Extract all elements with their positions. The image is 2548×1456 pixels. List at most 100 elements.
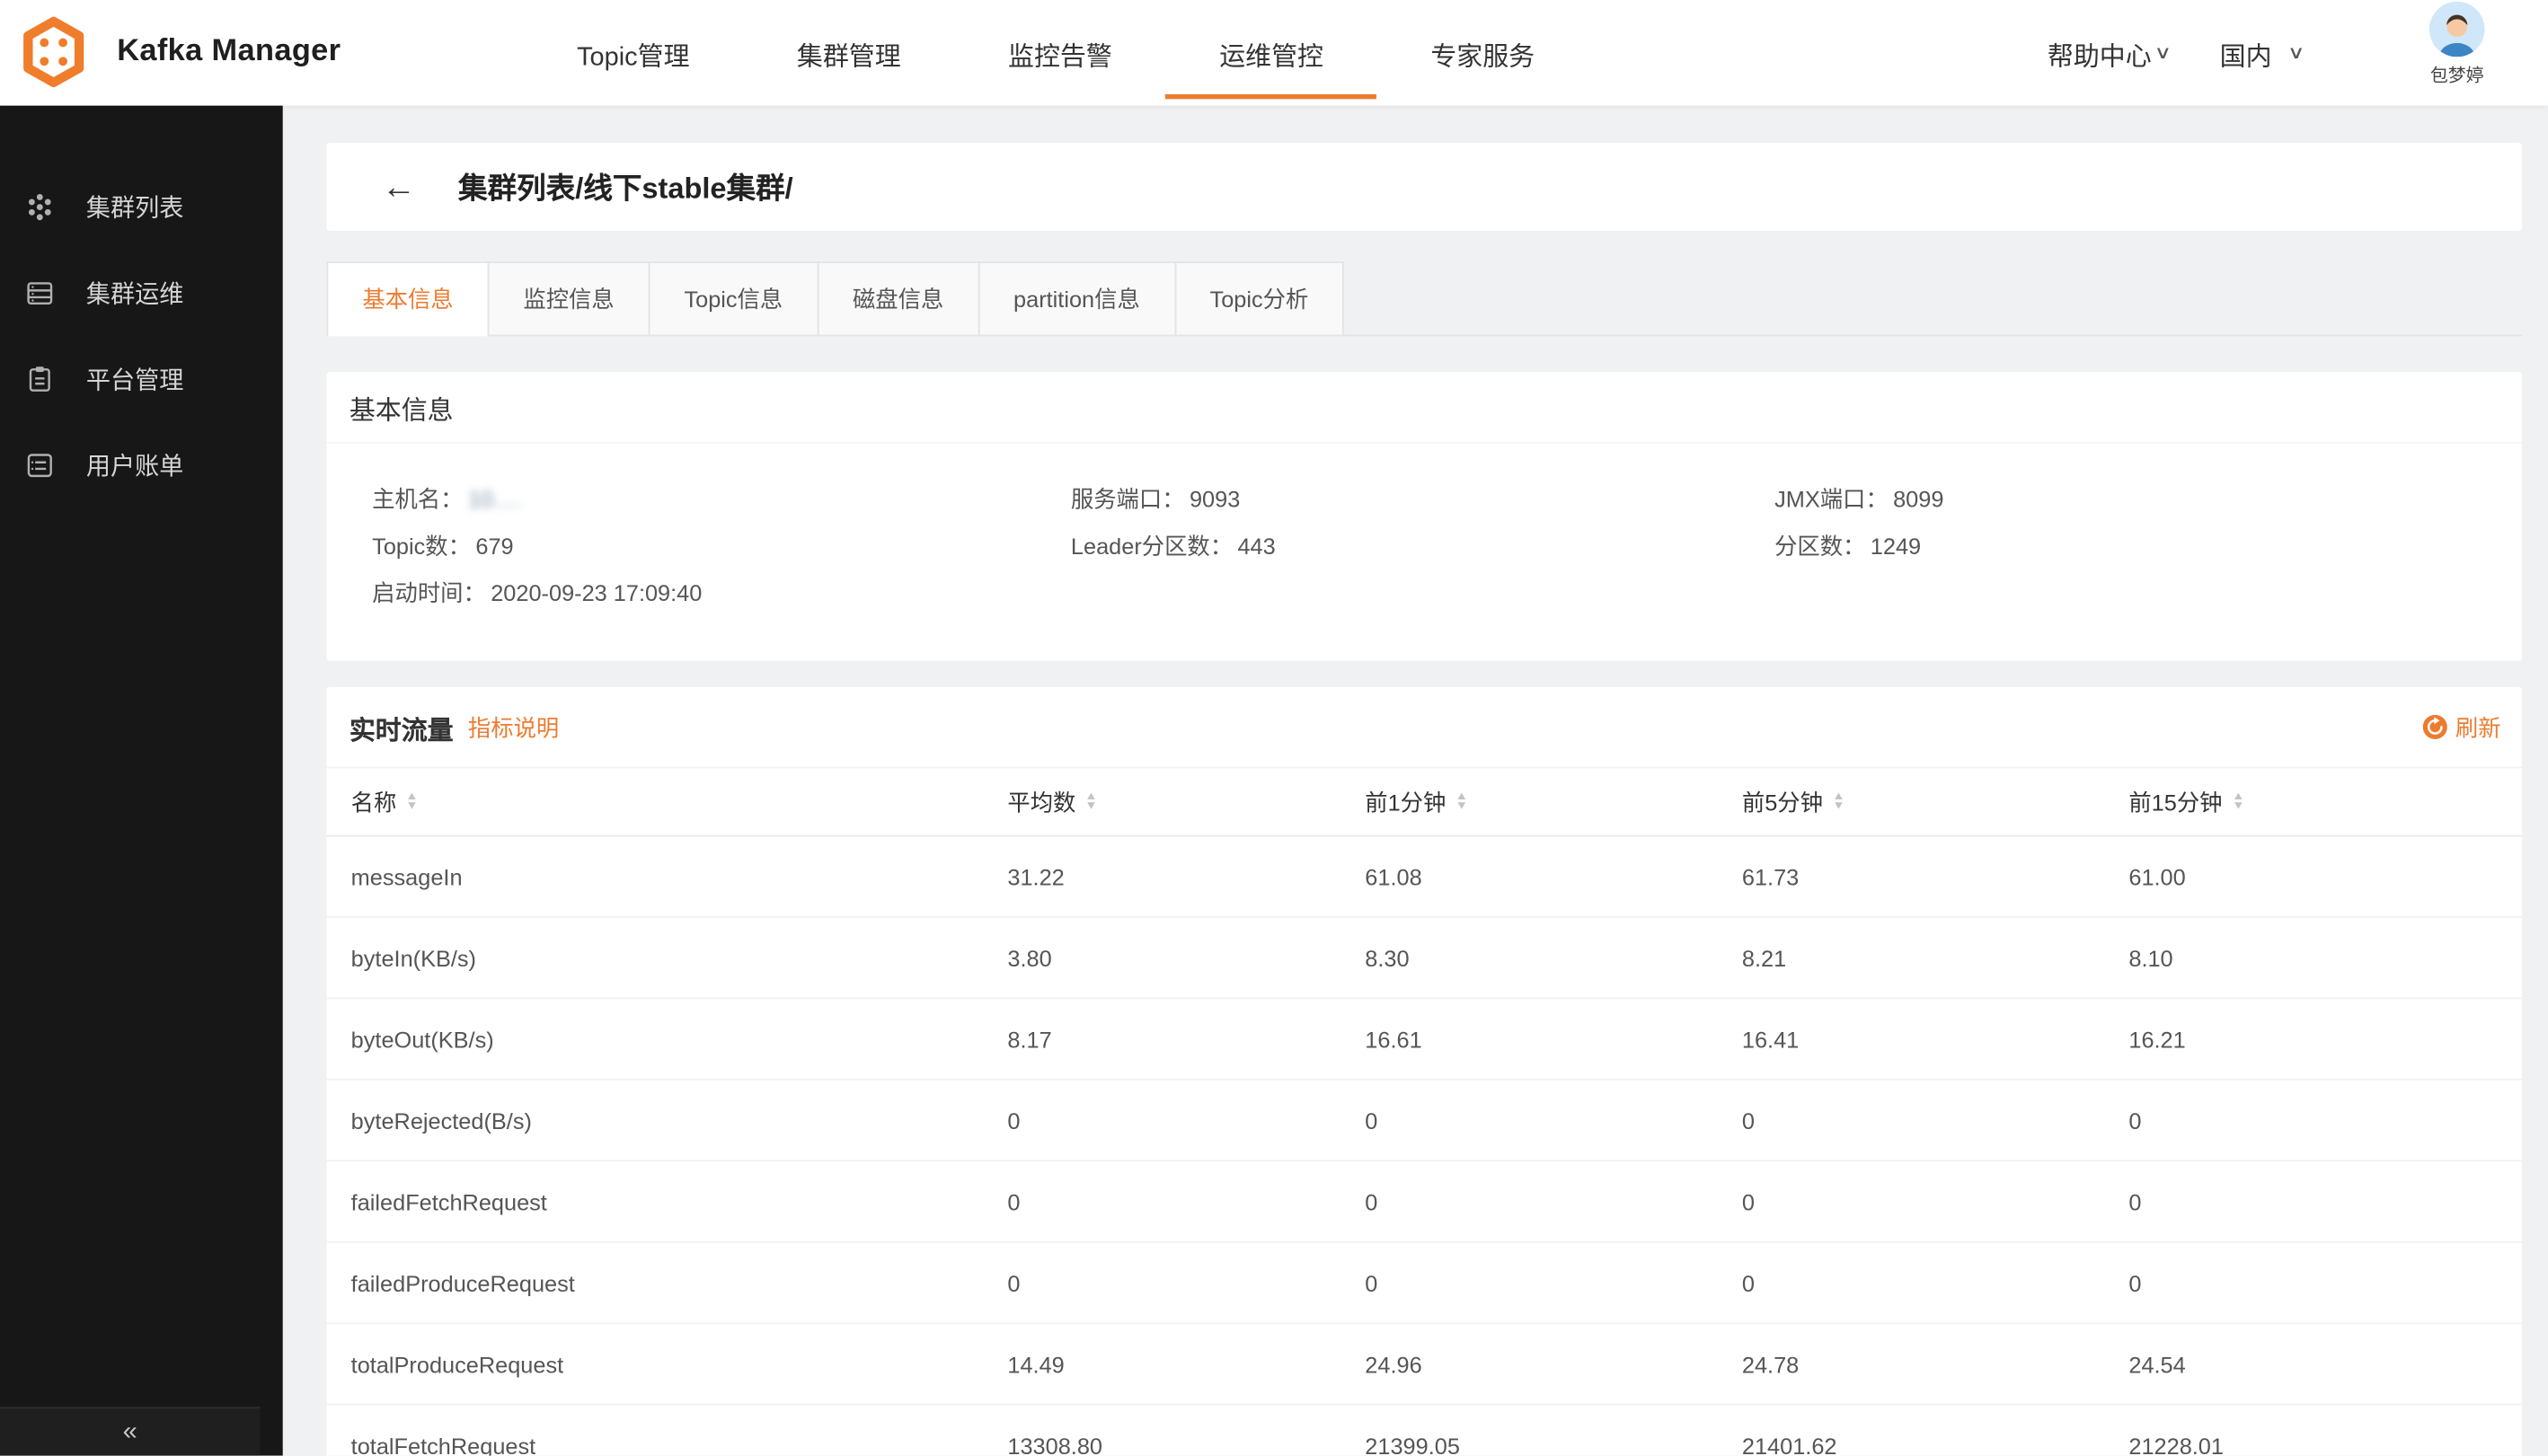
- nav-topic-management[interactable]: Topic管理: [523, 0, 743, 106]
- basic-info-panel-title: 基本信息: [327, 372, 2523, 444]
- field-hostname: 主机名：10.…: [372, 482, 1071, 515]
- sidebar-item-label: 用户账单: [86, 448, 184, 482]
- sidebar-item-platform-management[interactable]: 平台管理: [0, 336, 283, 422]
- sidebar-item-cluster-list[interactable]: 集群列表: [0, 164, 283, 251]
- tab-basic-info[interactable]: 基本信息: [327, 261, 490, 334]
- chevron-down-icon: ∨: [2287, 42, 2305, 64]
- field-value: 9093: [1190, 482, 1240, 515]
- app-root: Kafka Manager Topic管理 集群管理 监控告警 运维管控 专家服…: [0, 0, 2548, 1456]
- table-header-row: 名称▲▼ 平均数▲▼ 前1分钟▲▼ 前5分钟▲▼ 前15分钟 ▲▼: [327, 767, 2523, 837]
- metric-name: totalProduceRequest: [351, 1351, 1008, 1377]
- metric-1min: 61.08: [1365, 863, 1742, 889]
- table-row: totalFetchRequest13308.8021399.0521401.6…: [327, 1405, 2523, 1455]
- metric-mean: 0: [1007, 1188, 1365, 1214]
- metric-5min: 8.21: [1742, 945, 2128, 971]
- refresh-label: 刷新: [2455, 710, 2501, 743]
- column-header-5min[interactable]: 前5分钟▲▼: [1742, 785, 2128, 817]
- table-row: byteRejected(B/s)0000: [327, 1081, 2523, 1161]
- metric-15min: 21228.01: [2128, 1432, 2522, 1455]
- metric-mean: 14.49: [1007, 1351, 1365, 1377]
- nav-expert-service[interactable]: 专家服务: [1377, 0, 1588, 106]
- brand[interactable]: Kafka Manager: [16, 14, 341, 89]
- help-center-menu[interactable]: 帮助中心 ∨: [2048, 0, 2170, 106]
- metric-name: failedFetchRequest: [351, 1188, 1008, 1214]
- metric-mean: 31.22: [1007, 863, 1365, 889]
- metric-name: totalFetchRequest: [351, 1432, 1008, 1455]
- metric-15min: 0: [2128, 1107, 2522, 1134]
- sidebar-collapse-button[interactable]: «: [0, 1407, 260, 1455]
- column-label: 前15分钟: [2128, 785, 2222, 817]
- metric-name: messageIn: [351, 863, 1008, 889]
- nav-ops-control[interactable]: 运维管控: [1166, 0, 1377, 106]
- table-row: totalProduceRequest14.4924.9624.7824.54: [327, 1324, 2523, 1405]
- sidebar-item-user-bill[interactable]: 用户账单: [0, 422, 283, 508]
- table-row: failedProduceRequest0000: [327, 1243, 2523, 1324]
- field-label: 服务端口：: [1071, 482, 1185, 515]
- region-selector[interactable]: 国内 ∨: [2220, 0, 2303, 106]
- column-header-mean[interactable]: 平均数▲▼: [1007, 785, 1365, 817]
- sidebar: 集群列表 集群运维 平台管理 用户账单 «: [0, 106, 283, 1456]
- column-header-15min[interactable]: 前15分钟 ▲▼: [2128, 785, 2522, 817]
- back-button[interactable]: ←: [382, 170, 416, 204]
- nav-monitor-alert[interactable]: 监控告警: [954, 0, 1165, 106]
- sort-desc-icon: ▼: [1455, 802, 1467, 811]
- metric-15min: 0: [2128, 1188, 2522, 1214]
- column-header-1min[interactable]: 前1分钟▲▼: [1365, 785, 1742, 817]
- field-leader-partition-count: Leader分区数：443: [1071, 530, 1774, 562]
- metric-5min: 0: [1742, 1107, 2128, 1134]
- tab-monitor-info[interactable]: 监控信息: [488, 261, 650, 334]
- metric-1min: 24.96: [1365, 1351, 1742, 1377]
- metrics-explanation-link[interactable]: 指标说明: [468, 710, 559, 743]
- field-topic-count: Topic数：679: [372, 530, 1071, 562]
- chevron-down-icon: ∨: [2154, 42, 2172, 64]
- sort-desc-icon: ▼: [405, 802, 418, 811]
- column-label: 名称: [351, 785, 397, 817]
- collapse-icon: «: [123, 1417, 137, 1447]
- tab-label: Topic分析: [1210, 283, 1309, 315]
- detail-tabs: 基本信息 监控信息 Topic信息 磁盘信息 partition信息 Topic…: [327, 261, 2523, 336]
- tab-label: 基本信息: [362, 283, 453, 315]
- field-label: 启动时间：: [372, 577, 486, 609]
- user-bill-icon: [24, 450, 55, 481]
- tab-label: 磁盘信息: [853, 283, 943, 315]
- metric-1min: 8.30: [1365, 945, 1742, 971]
- tab-topic-analysis[interactable]: Topic分析: [1174, 261, 1344, 334]
- field-start-time: 启动时间：2020-09-23 17:09:40: [372, 577, 1071, 609]
- metric-5min: 0: [1742, 1188, 2128, 1214]
- metric-name: byteIn(KB/s): [351, 945, 1008, 971]
- metric-15min: 0: [2128, 1269, 2522, 1295]
- metric-5min: 0: [1742, 1269, 2128, 1295]
- table-row: messageIn31.2261.0861.7361.00: [327, 836, 2523, 917]
- realtime-flow-header: 实时流量 指标说明 刷新: [327, 687, 2523, 767]
- user-menu[interactable]: 包梦婷: [2420, 2, 2494, 88]
- column-header-name[interactable]: 名称▲▼: [351, 785, 1008, 817]
- app-title: Kafka Manager: [117, 34, 341, 70]
- sidebar-item-label: 平台管理: [86, 362, 184, 396]
- field-jmx-port: JMX端口：8099: [1774, 482, 2490, 515]
- top-nav: Topic管理 集群管理 监控告警 运维管控 专家服务: [523, 0, 1588, 106]
- sort-desc-icon: ▼: [1084, 802, 1097, 811]
- refresh-icon: [2423, 715, 2447, 739]
- sidebar-item-cluster-ops[interactable]: 集群运维: [0, 251, 283, 337]
- table-row: byteIn(KB/s)3.808.308.218.10: [327, 918, 2523, 999]
- tab-label: partition信息: [1013, 283, 1140, 315]
- field-label: 主机名：: [372, 482, 463, 515]
- refresh-button[interactable]: 刷新: [2423, 710, 2501, 743]
- nav-cluster-management[interactable]: 集群管理: [743, 0, 954, 106]
- tab-disk-info[interactable]: 磁盘信息: [817, 261, 979, 334]
- metric-mean: 8.17: [1007, 1026, 1365, 1052]
- tab-topic-info[interactable]: Topic信息: [649, 261, 818, 334]
- tab-partition-info[interactable]: partition信息: [978, 261, 1175, 334]
- metric-1min: 0: [1365, 1269, 1742, 1295]
- metric-mean: 13308.80: [1007, 1432, 1365, 1455]
- field-value: 10.…: [468, 482, 523, 515]
- sort-icons: ▲▼: [2232, 793, 2243, 811]
- metric-1min: 0: [1365, 1107, 1742, 1134]
- sort-desc-icon: ▼: [2231, 802, 2243, 811]
- column-label: 前5分钟: [1742, 785, 1823, 817]
- avatar: [2429, 2, 2484, 57]
- tab-label: 监控信息: [523, 283, 614, 315]
- field-value: 679: [475, 530, 513, 562]
- breadcrumb: 集群列表/线下stable集群/: [458, 165, 793, 207]
- table-row: byteOut(KB/s)8.1716.6116.4116.21: [327, 999, 2523, 1080]
